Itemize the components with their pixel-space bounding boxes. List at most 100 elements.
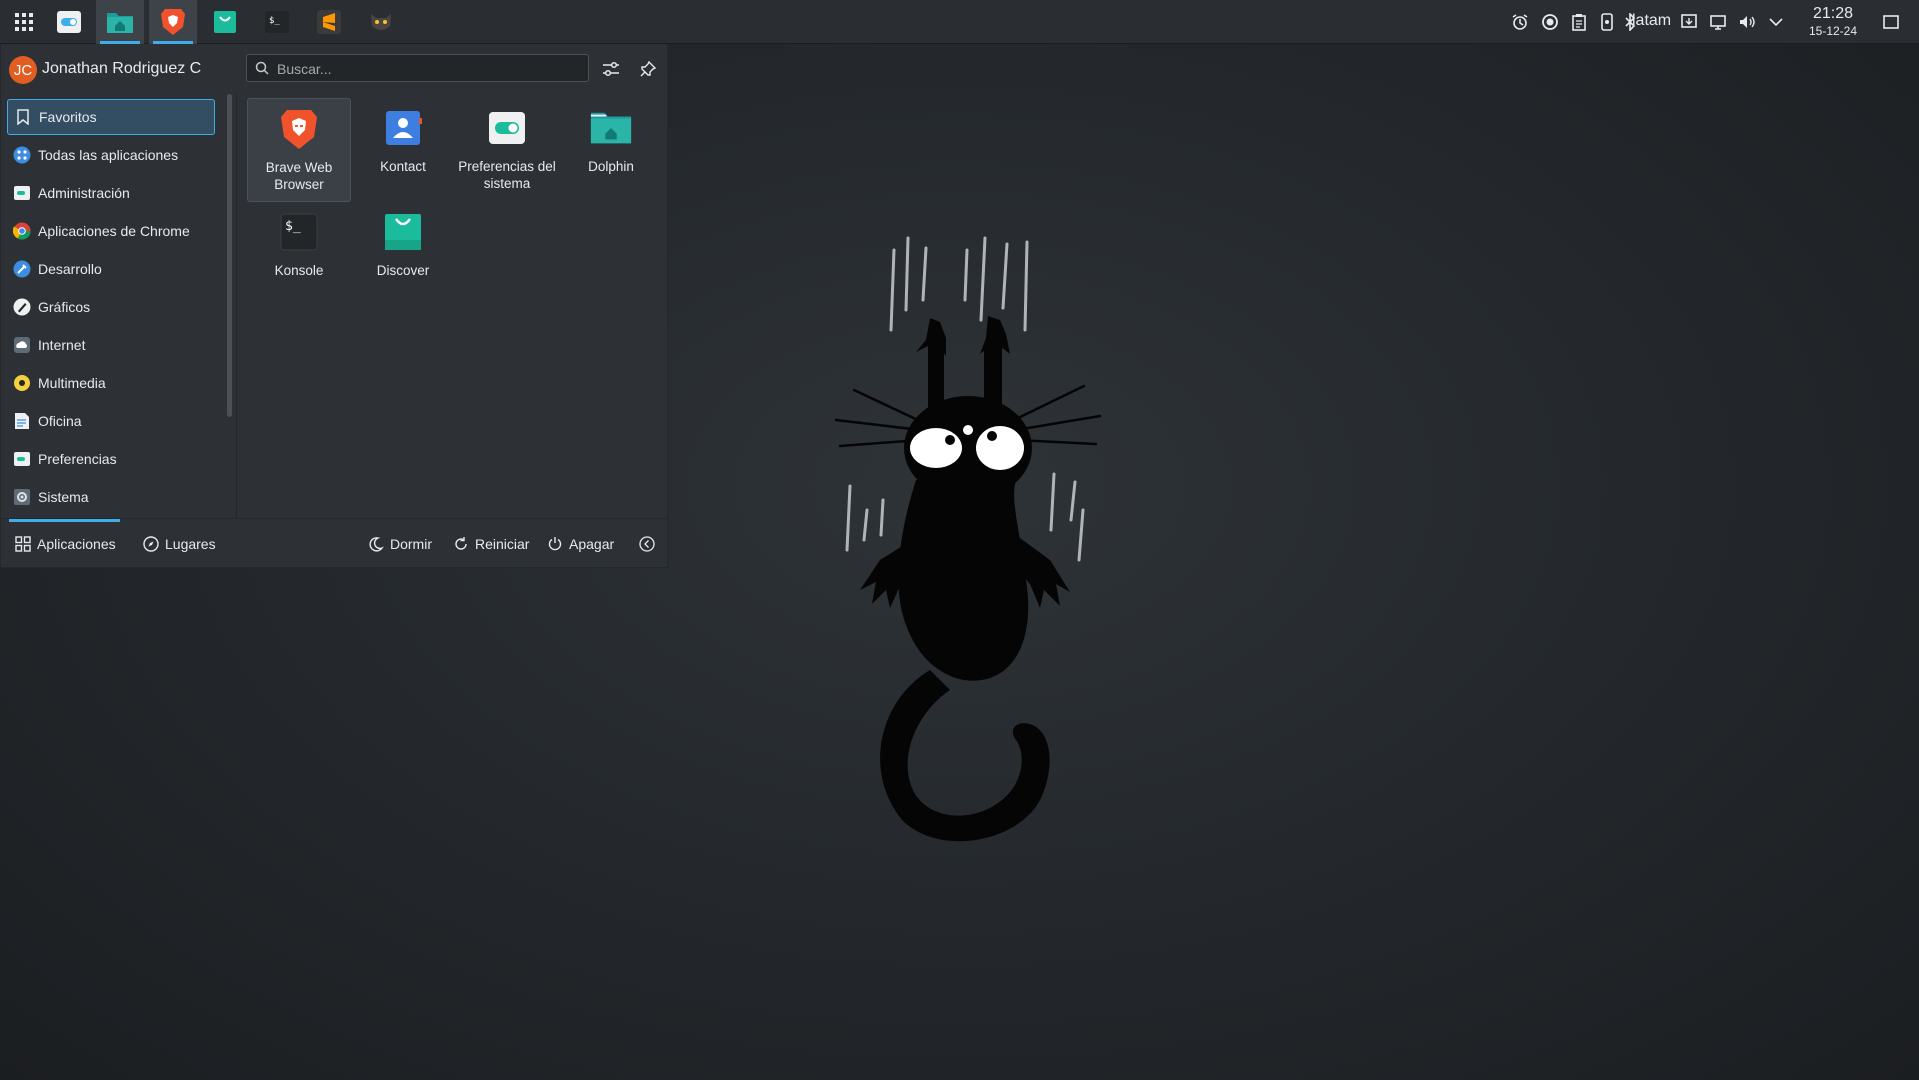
- clock-date: 15-12-24: [1808, 24, 1858, 38]
- category-label: Multimedia: [38, 375, 106, 391]
- compass-icon: [143, 536, 159, 552]
- app-label: Preferencias del sistema: [458, 159, 556, 191]
- app-kontact[interactable]: Kontact: [351, 98, 455, 202]
- shopping-bag-icon: [214, 11, 236, 33]
- sublime-icon: [317, 10, 341, 34]
- sleep-button[interactable]: Dormir: [368, 519, 432, 569]
- clipboard-icon[interactable]: [1568, 11, 1590, 33]
- app-label: Discover: [376, 263, 430, 278]
- category-sistema[interactable]: Sistema: [7, 479, 215, 515]
- task-konsole[interactable]: $_: [253, 0, 301, 44]
- shopping-bag-icon: [381, 210, 425, 254]
- category-label: Gráficos: [38, 299, 91, 315]
- folder-home-icon: [107, 13, 133, 33]
- category-preferencias[interactable]: Preferencias: [7, 441, 215, 477]
- all-apps-icon: [13, 146, 31, 164]
- sliders-icon: [603, 61, 619, 77]
- keyboard-layout-indicator[interactable]: latam: [1632, 12, 1671, 30]
- display-icon[interactable]: [1707, 11, 1729, 33]
- task-sublime-text[interactable]: [305, 0, 353, 44]
- development-icon: [13, 260, 31, 278]
- tab-label: Aplicaciones: [37, 536, 116, 552]
- volume-icon[interactable]: [1736, 11, 1758, 33]
- category-label: Aplicaciones de Chrome: [38, 223, 190, 239]
- search-box[interactable]: [246, 54, 589, 82]
- contact-icon: [381, 106, 425, 150]
- shutdown-button[interactable]: Apagar: [547, 519, 614, 569]
- digital-clock[interactable]: 21:28 15-12-24: [1803, 5, 1863, 38]
- admin-icon: [13, 184, 31, 202]
- avatar[interactable]: JC: [9, 56, 37, 84]
- category-chrome-apps[interactable]: Aplicaciones de Chrome: [7, 213, 215, 249]
- category-graficos[interactable]: Gráficos: [7, 289, 215, 325]
- kde-connect-icon[interactable]: [1596, 11, 1618, 33]
- restart-label: Reiniciar: [475, 536, 530, 552]
- category-favoritos[interactable]: Favoritos: [7, 99, 215, 135]
- show-desktop-icon[interactable]: [1880, 11, 1902, 33]
- category-label: Oficina: [38, 413, 82, 429]
- brave-lion-icon: [161, 9, 185, 35]
- category-desarrollo[interactable]: Desarrollo: [7, 251, 215, 287]
- toggle-icon: [485, 106, 529, 150]
- bookmark-icon: [14, 108, 32, 126]
- updates-icon[interactable]: [1678, 11, 1700, 33]
- category-label: Sistema: [38, 489, 89, 505]
- top-panel: $_ latam 21:28 15-12-24: [0, 0, 1919, 44]
- category-label: Administración: [38, 185, 130, 201]
- svg-text:$_: $_: [269, 16, 280, 26]
- category-sidebar: Favoritos Todas las aplicaciones Adminis…: [1, 94, 237, 518]
- chevron-down-icon[interactable]: [1765, 11, 1787, 33]
- wallpaper-cat-illustration: [834, 236, 1102, 842]
- tab-label: Lugares: [165, 536, 216, 552]
- toggle-icon: [57, 11, 81, 33]
- application-launcher-menu: JC Jonathan Rodriguez C Favoritos Todas …: [0, 44, 669, 569]
- app-label: Dolphin: [588, 159, 634, 174]
- search-icon: [255, 61, 269, 80]
- cloud-icon: [13, 336, 31, 354]
- app-system-settings[interactable]: Preferencias del sistema: [455, 98, 559, 202]
- pin-icon: [640, 60, 657, 77]
- restart-button[interactable]: Reiniciar: [453, 519, 529, 569]
- app-dolphin[interactable]: Dolphin: [559, 98, 663, 202]
- graphics-icon: [13, 298, 31, 316]
- cat-face-icon: [371, 14, 391, 30]
- task-dolphin[interactable]: [96, 0, 144, 44]
- multimedia-icon: [13, 374, 31, 392]
- tab-places[interactable]: Lugares: [143, 519, 216, 569]
- category-multimedia[interactable]: Multimedia: [7, 365, 215, 401]
- app-discover[interactable]: Discover: [351, 202, 455, 306]
- task-discover[interactable]: [201, 0, 249, 44]
- sleep-label: Dormir: [390, 536, 432, 552]
- task-system-settings[interactable]: [45, 0, 93, 44]
- more-session-button[interactable]: [639, 519, 661, 569]
- power-icon: [547, 536, 563, 552]
- task-brave[interactable]: [149, 0, 197, 44]
- category-label: Favoritos: [39, 109, 97, 125]
- category-administracion[interactable]: Administración: [7, 175, 215, 211]
- app-label: Kontact: [380, 159, 426, 174]
- category-todas[interactable]: Todas las aplicaciones: [7, 137, 215, 173]
- category-oficina[interactable]: Oficina: [7, 403, 215, 439]
- configure-button[interactable]: [598, 56, 624, 82]
- svg-text:$_: $_: [285, 219, 301, 234]
- search-input[interactable]: [275, 58, 579, 80]
- network-manager-icon[interactable]: [1539, 11, 1561, 33]
- tab-applications[interactable]: Aplicaciones: [9, 519, 120, 569]
- application-launcher-button[interactable]: [6, 4, 42, 40]
- app-konsole[interactable]: $_ Konsole: [247, 202, 351, 306]
- category-internet[interactable]: Internet: [7, 327, 215, 363]
- favorites-grid: Brave Web Browser Kontact Preferencias d…: [241, 98, 661, 518]
- sidebar-scrollbar[interactable]: [227, 94, 232, 417]
- grid-icon: [15, 536, 31, 552]
- alarm-icon[interactable]: [1509, 11, 1531, 33]
- category-label: Preferencias: [38, 451, 117, 467]
- app-brave[interactable]: Brave Web Browser: [247, 98, 351, 202]
- category-label: Desarrollo: [38, 261, 102, 277]
- app-grid-icon: [15, 13, 33, 31]
- clock-time: 21:28: [1812, 5, 1854, 22]
- task-cat-app[interactable]: [357, 0, 405, 44]
- pin-button[interactable]: [635, 56, 661, 82]
- office-icon: [13, 412, 31, 430]
- chevron-left-icon: [639, 536, 655, 552]
- moon-icon: [368, 536, 384, 552]
